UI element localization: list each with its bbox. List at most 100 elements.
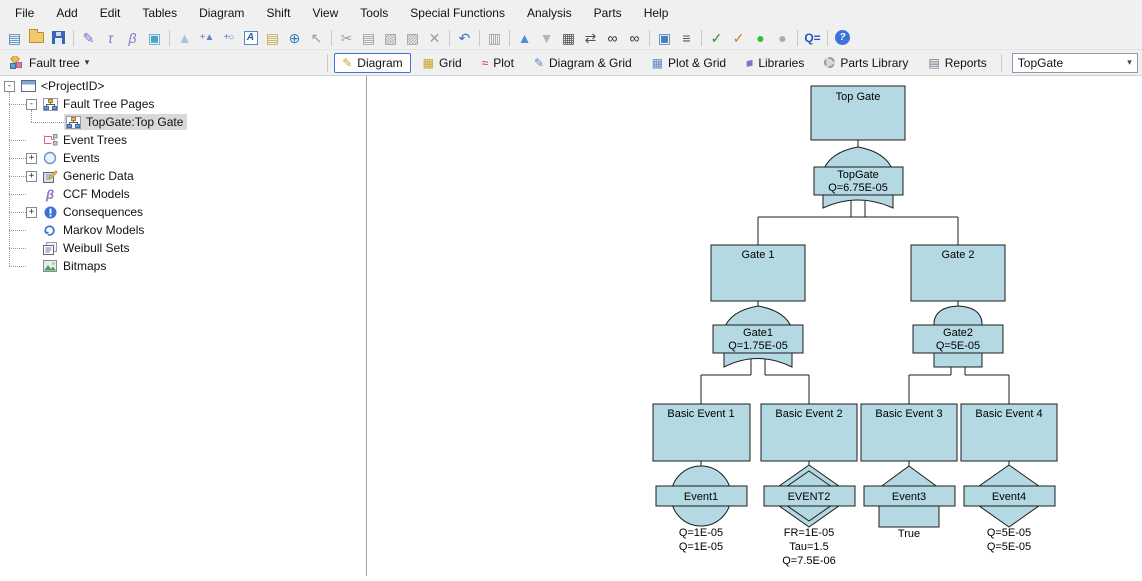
- event2-name: EVENT2: [788, 491, 831, 503]
- open-folder-icon[interactable]: [26, 28, 47, 48]
- menu-parts[interactable]: Parts: [583, 0, 633, 26]
- refresh-arrows-icon: [42, 224, 58, 237]
- tab-label: Plot: [493, 56, 514, 70]
- menu-special-functions[interactable]: Special Functions: [399, 0, 516, 26]
- save-icon[interactable]: [48, 28, 69, 48]
- globe-link-icon[interactable]: ⊕: [284, 28, 305, 48]
- expand-toggle[interactable]: +: [26, 171, 37, 182]
- tab-label: Plot & Grid: [668, 56, 726, 70]
- add-and-gate-icon[interactable]: +▲: [196, 28, 217, 48]
- menu-bar: File Add Edit Tables Diagram Shift View …: [0, 0, 1142, 26]
- text-label-icon[interactable]: A: [240, 28, 261, 48]
- tab-parts-library[interactable]: Parts Library: [816, 53, 916, 73]
- diagram-canvas: Top Gate TopGate Q=6.75E-05 Gate 1 Gate1…: [368, 76, 1142, 576]
- menu-tables[interactable]: Tables: [131, 0, 188, 26]
- paste-special-icon[interactable]: ▨: [402, 28, 423, 48]
- tab-diagram-and-grid[interactable]: ✎ Diagram & Grid: [526, 53, 640, 73]
- find-event-icon[interactable]: ∞: [624, 28, 645, 48]
- sidebar-item-ccf-models[interactable]: β CCF Models: [26, 185, 366, 203]
- sidebar-item-bitmaps[interactable]: Bitmaps: [26, 257, 366, 275]
- menu-tools[interactable]: Tools: [349, 0, 399, 26]
- collapse-toggle[interactable]: -: [4, 81, 15, 92]
- event-circle-icon: [42, 151, 58, 165]
- copy-pages-icon[interactable]: ▥: [484, 28, 505, 48]
- gate-selector-combo[interactable]: TopGate ▾: [1012, 53, 1138, 73]
- image-icon[interactable]: ▣: [144, 28, 165, 48]
- gear-icon: [824, 57, 835, 68]
- q-equals-icon[interactable]: Q=: [802, 28, 823, 48]
- basic-event2-title: Basic Event 2: [775, 408, 842, 420]
- menu-shift[interactable]: Shift: [255, 0, 301, 26]
- new-icon[interactable]: ▤: [4, 28, 25, 48]
- sidebar-item-event-trees[interactable]: Event Trees: [26, 131, 366, 149]
- sidebar-item-topgate-page[interactable]: TopGate:Top Gate: [48, 113, 366, 131]
- table-icon[interactable]: ▦: [558, 28, 579, 48]
- project-tree-panel: - <ProjectID> - Fault Tree Pages TopGate…: [0, 76, 367, 576]
- menu-view[interactable]: View: [301, 0, 349, 26]
- edit-notebook-icon[interactable]: ✎: [78, 28, 99, 48]
- collapse-toggle[interactable]: -: [26, 99, 37, 110]
- event-tree-icon: [42, 134, 58, 146]
- sidebar-item-weibull-sets[interactable]: Weibull Sets: [26, 239, 366, 257]
- event4-value-line: Q=5E-05: [987, 527, 1031, 539]
- tab-diagram[interactable]: ✎ Diagram: [334, 53, 410, 73]
- gate1-q-value: Q=1.75E-05: [728, 340, 788, 352]
- expand-toggle[interactable]: +: [26, 153, 37, 164]
- fit-width-icon[interactable]: ⇄: [580, 28, 601, 48]
- verify-icon[interactable]: ✓: [728, 28, 749, 48]
- sidebar-item-consequences[interactable]: + Consequences: [26, 203, 366, 221]
- tab-plot[interactable]: ≈ Plot: [474, 53, 522, 73]
- chart-grid-icon: ▦: [652, 57, 663, 69]
- beta-icon: β: [42, 187, 58, 202]
- add-or-gate-icon[interactable]: +○: [218, 28, 239, 48]
- menu-edit[interactable]: Edit: [89, 0, 132, 26]
- top-gate-q-value: Q=6.75E-05: [828, 182, 888, 194]
- sidebar-item-events[interactable]: + Events: [26, 149, 366, 167]
- pointer-icon[interactable]: ↖: [306, 28, 327, 48]
- menu-help[interactable]: Help: [633, 0, 680, 26]
- sidebar-item-fault-tree-pages[interactable]: - Fault Tree Pages: [26, 95, 366, 113]
- event4-value-line: Q=5E-05: [987, 541, 1031, 553]
- fault-tree-selector[interactable]: Fault tree ▾: [0, 56, 97, 70]
- sidebar-item-label: Weibull Sets: [63, 241, 129, 255]
- workstation-icon[interactable]: ▣: [654, 28, 675, 48]
- spellcheck-icon[interactable]: ✓: [706, 28, 727, 48]
- undo-icon[interactable]: ↶: [454, 28, 475, 48]
- tab-grid[interactable]: ▦ Grid: [415, 53, 470, 73]
- menu-file[interactable]: File: [4, 0, 45, 26]
- sidebar-item-markov-models[interactable]: Markov Models: [26, 221, 366, 239]
- menu-add[interactable]: Add: [45, 0, 88, 26]
- help-icon[interactable]: ?: [832, 28, 853, 48]
- notes-icon[interactable]: ▤: [262, 28, 283, 48]
- beta-icon[interactable]: β: [122, 28, 143, 48]
- move-down-icon[interactable]: ▼: [536, 28, 557, 48]
- book-icon: ■: [746, 56, 753, 70]
- event2-value-line: FR=1E-05: [784, 527, 834, 539]
- find-gate-icon[interactable]: ∞: [602, 28, 623, 48]
- tab-reports[interactable]: ▤ Reports: [920, 53, 994, 73]
- cut-icon[interactable]: ✂: [336, 28, 357, 48]
- options-icon[interactable]: ≡: [676, 28, 697, 48]
- tab-libraries[interactable]: ■ Libraries: [738, 53, 812, 73]
- tab-plot-and-grid[interactable]: ▦ Plot & Grid: [644, 53, 734, 73]
- status-gray-icon[interactable]: ●: [772, 28, 793, 48]
- paste-icon[interactable]: ▧: [380, 28, 401, 48]
- add-gate-icon[interactable]: ▲: [174, 28, 195, 48]
- selected-tree-item[interactable]: TopGate:Top Gate: [64, 114, 187, 130]
- tab-label: Grid: [439, 56, 462, 70]
- sidebar-item-project[interactable]: - <ProjectID>: [4, 77, 366, 95]
- tau-icon[interactable]: τ: [100, 28, 121, 48]
- event1-value-line: Q=1E-05: [679, 527, 723, 539]
- move-up-icon[interactable]: ▲: [514, 28, 535, 48]
- copy-icon[interactable]: ▤: [358, 28, 379, 48]
- sidebar-item-generic-data[interactable]: + Generic Data: [26, 167, 366, 185]
- tree-guide-line: [9, 92, 10, 266]
- menu-diagram[interactable]: Diagram: [188, 0, 255, 26]
- gate2-q-value: Q=5E-05: [936, 340, 980, 352]
- delete-icon[interactable]: ✕: [424, 28, 445, 48]
- menu-analysis[interactable]: Analysis: [516, 0, 583, 26]
- basic-event1-title: Basic Event 1: [667, 408, 734, 420]
- expand-toggle[interactable]: +: [26, 207, 37, 218]
- tree-guide-line: [9, 140, 26, 141]
- status-green-icon[interactable]: ●: [750, 28, 771, 48]
